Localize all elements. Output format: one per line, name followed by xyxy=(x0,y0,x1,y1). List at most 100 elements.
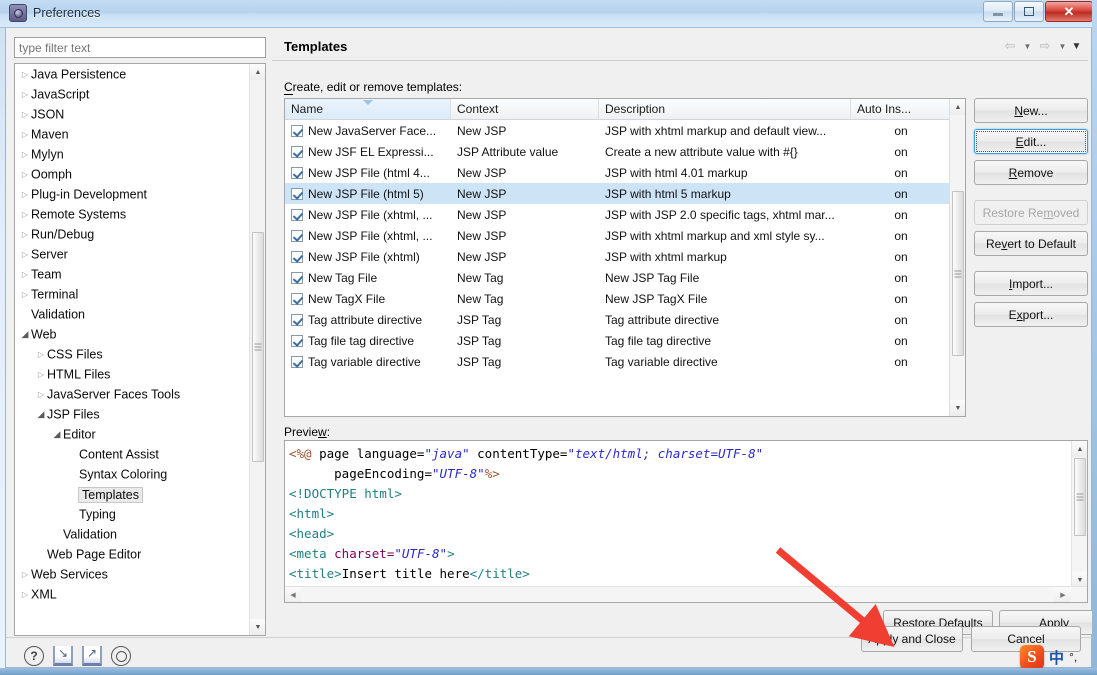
tree-item-validation[interactable]: Validation xyxy=(15,524,265,544)
row-checkbox[interactable] xyxy=(291,166,303,179)
apply-and-close-button[interactable]: Apply and Close xyxy=(861,626,963,652)
expand-arrow-icon[interactable] xyxy=(19,324,31,345)
tree-scrollbar[interactable]: ▲ ▼ xyxy=(249,64,265,635)
tree-item-team[interactable]: Team xyxy=(15,264,265,284)
collapse-arrow-icon[interactable] xyxy=(19,265,31,285)
close-button[interactable]: ✕ xyxy=(1045,1,1093,22)
collapse-arrow-icon[interactable] xyxy=(35,345,47,365)
preferences-tree[interactable]: Java Persistence JavaScript JSON Maven Mylyn… xyxy=(14,63,266,636)
table-row[interactable]: New JSF EL Expressi... JSP Attribute valu… xyxy=(285,141,965,162)
back-dropdown-icon[interactable]: ▼ xyxy=(1022,37,1033,55)
table-scroll-down-icon[interactable]: ▼ xyxy=(950,400,965,416)
row-checkbox[interactable] xyxy=(291,229,303,242)
tree-item-typing[interactable]: Typing xyxy=(15,504,265,524)
table-scroll-thumb[interactable] xyxy=(952,191,964,356)
table-row[interactable]: New Tag File New Tag New JSP Tag File on xyxy=(285,267,965,288)
collapse-arrow-icon[interactable] xyxy=(35,385,47,405)
collapse-arrow-icon[interactable] xyxy=(19,565,31,585)
tree-item-css-files[interactable]: CSS Files xyxy=(15,344,265,364)
tree-item-terminal[interactable]: Terminal xyxy=(15,284,265,304)
tree-item-oomph[interactable]: Oomph xyxy=(15,164,265,184)
view-menu-icon[interactable]: ▼ xyxy=(1071,37,1082,55)
collapse-arrow-icon[interactable] xyxy=(19,185,31,205)
import-button[interactable]: Import... xyxy=(974,271,1088,296)
row-checkbox[interactable] xyxy=(291,208,303,221)
expand-arrow-icon[interactable] xyxy=(35,404,47,425)
maximize-button[interactable] xyxy=(1014,1,1044,22)
back-arrow-icon[interactable]: ⇦ xyxy=(1001,37,1019,55)
help-icon[interactable]: ? xyxy=(24,646,44,666)
tree-item-xml[interactable]: XML xyxy=(15,584,265,604)
tree-item-server[interactable]: Server xyxy=(15,244,265,264)
table-row[interactable]: New JSP File (xhtml, ... New JSP JSP with … xyxy=(285,204,965,225)
table-scroll-up-icon[interactable]: ▲ xyxy=(950,99,965,115)
tree-scroll-thumb[interactable] xyxy=(252,232,264,462)
row-checkbox[interactable] xyxy=(291,271,303,284)
ime-mode-indicator[interactable]: 中 xyxy=(1049,647,1064,668)
table-row[interactable]: New JSP File (html 5) New JSP JSP with htm… xyxy=(285,183,965,204)
new-button[interactable]: New... xyxy=(974,98,1088,123)
collapse-arrow-icon[interactable] xyxy=(19,165,31,185)
tree-scroll-up-icon[interactable]: ▲ xyxy=(250,64,265,80)
table-row[interactable]: New JSP File (xhtml, ... New JSP JSP with … xyxy=(285,225,965,246)
sogou-ime-icon[interactable]: S xyxy=(1020,645,1044,669)
tree-item-web[interactable]: Web xyxy=(15,324,265,344)
tree-item-html-files[interactable]: HTML Files xyxy=(15,364,265,384)
collapse-arrow-icon[interactable] xyxy=(19,85,31,105)
tree-item-javaserver-faces-tools[interactable]: JavaServer Faces Tools xyxy=(15,384,265,404)
tree-item-javascript[interactable]: JavaScript xyxy=(15,84,265,104)
table-row[interactable]: Tag attribute directive JSP Tag Tag attrib… xyxy=(285,309,965,330)
row-checkbox[interactable] xyxy=(291,250,303,263)
collapse-arrow-icon[interactable] xyxy=(19,205,31,225)
tree-item-run-debug[interactable]: Run/Debug xyxy=(15,224,265,244)
tree-item-plug-in-development[interactable]: Plug-in Development xyxy=(15,184,265,204)
tree-item-web-page-editor[interactable]: Web Page Editor xyxy=(15,544,265,564)
collapse-arrow-icon[interactable] xyxy=(19,225,31,245)
tree-item-content-assist[interactable]: Content Assist xyxy=(15,444,265,464)
collapse-arrow-icon[interactable] xyxy=(19,65,31,85)
collapse-arrow-icon[interactable] xyxy=(19,125,31,145)
minimize-button[interactable] xyxy=(983,1,1013,22)
column-header-context[interactable]: Context xyxy=(451,99,599,119)
preview-scroll-up-icon[interactable]: ▲ xyxy=(1072,441,1087,457)
collapse-arrow-icon[interactable] xyxy=(19,145,31,165)
preview-horizontal-scrollbar[interactable]: ◀ ▶ xyxy=(285,586,1087,602)
preview-pane[interactable]: <%@ page language="java" contentType="te… xyxy=(284,440,1088,603)
collapse-arrow-icon[interactable] xyxy=(19,245,31,265)
preview-scroll-right-icon[interactable]: ▶ xyxy=(1055,587,1071,602)
tree-item-mylyn[interactable]: Mylyn xyxy=(15,144,265,164)
row-checkbox[interactable] xyxy=(291,313,303,326)
tree-item-editor[interactable]: Editor xyxy=(15,424,265,444)
table-row[interactable]: New JavaServer Face... New JSP JSP with xh… xyxy=(285,120,965,141)
table-row[interactable]: New JSP File (xhtml) New JSP JSP with xhtm… xyxy=(285,246,965,267)
collapse-arrow-icon[interactable] xyxy=(19,285,31,305)
forward-dropdown-icon[interactable]: ▼ xyxy=(1057,37,1068,55)
edit-button[interactable]: Edit... xyxy=(974,129,1088,154)
table-row[interactable]: New JSP File (html 4... New JSP JSP with h… xyxy=(285,162,965,183)
column-header-auto-insert[interactable]: Auto Ins... xyxy=(851,99,951,119)
remove-button[interactable]: Remove xyxy=(974,160,1088,185)
preview-scroll-thumb[interactable] xyxy=(1074,458,1086,536)
tree-item-templates[interactable]: Templates xyxy=(15,484,265,504)
filter-input[interactable] xyxy=(14,37,266,58)
collapse-arrow-icon[interactable] xyxy=(19,585,31,605)
forward-arrow-icon[interactable]: ⇨ xyxy=(1036,37,1054,55)
import-preferences-icon[interactable]: ↘ xyxy=(53,646,73,666)
table-row[interactable]: Tag variable directive JSP Tag Tag variabl… xyxy=(285,351,965,372)
expand-arrow-icon[interactable] xyxy=(51,424,63,445)
tree-item-web-services[interactable]: Web Services xyxy=(15,564,265,584)
tree-item-java-persistence[interactable]: Java Persistence xyxy=(15,64,265,84)
templates-table[interactable]: Name Context Description Auto Ins... New… xyxy=(284,98,966,417)
row-checkbox[interactable] xyxy=(291,145,303,158)
tree-item-json[interactable]: JSON xyxy=(15,104,265,124)
column-header-description[interactable]: Description xyxy=(599,99,851,119)
oomph-record-icon[interactable] xyxy=(111,646,131,666)
ime-punctuation-indicator[interactable]: °, xyxy=(1069,650,1077,664)
row-checkbox[interactable] xyxy=(291,292,303,305)
table-row[interactable]: Tag file tag directive JSP Tag Tag file ta… xyxy=(285,330,965,351)
tree-item-validation[interactable]: Validation xyxy=(15,304,265,324)
collapse-arrow-icon[interactable] xyxy=(19,105,31,125)
preview-vertical-scrollbar[interactable]: ▲ ▼ xyxy=(1071,441,1087,588)
revert-to-default-button[interactable]: Revert to Default xyxy=(974,231,1088,256)
table-scrollbar[interactable]: ▲ ▼ xyxy=(949,99,965,416)
